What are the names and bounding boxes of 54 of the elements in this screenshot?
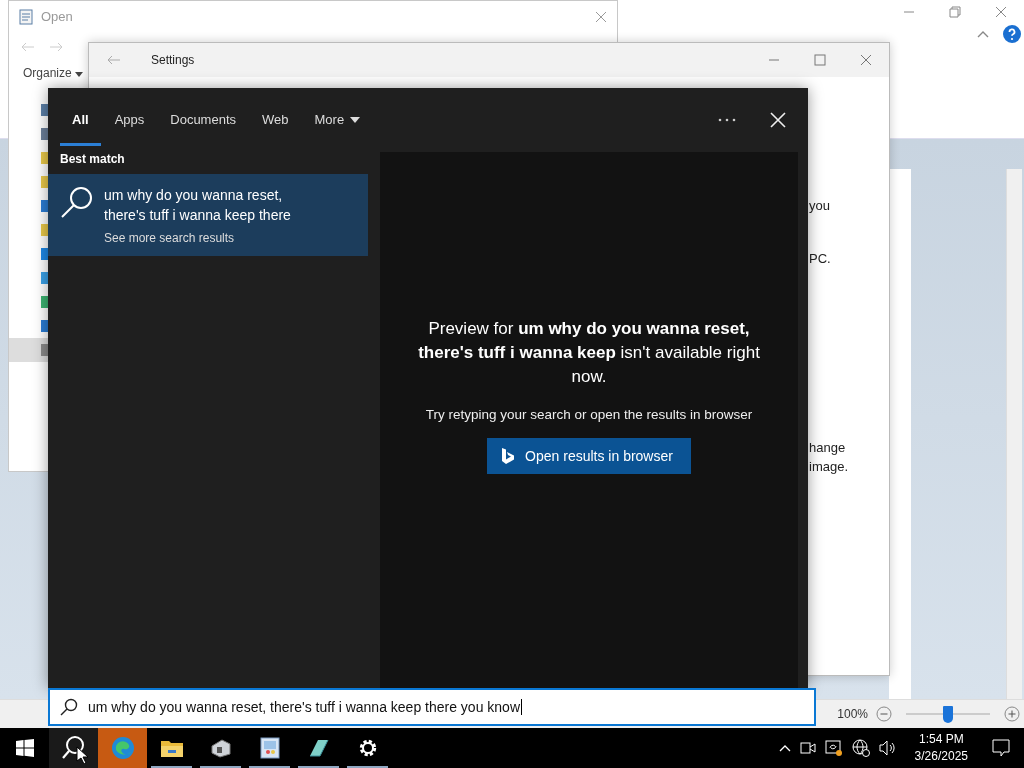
collapse-icon[interactable] — [977, 30, 989, 38]
search-field[interactable]: um why do you wanna reset, there's tuff i wanna keep there you know — [48, 688, 816, 726]
paint-icon — [259, 737, 280, 759]
filter-tab[interactable]: Web — [250, 96, 301, 146]
preview-message: Preview for um why do you wanna reset, there's tuff i wanna keep isn't available right now. — [417, 317, 761, 388]
camera-icon[interactable] — [799, 741, 816, 755]
search-icon — [60, 185, 94, 219]
filter-tab[interactable]: Documents — [158, 96, 248, 146]
maximize-icon — [814, 54, 826, 66]
zoom-out-icon[interactable] — [876, 706, 892, 722]
network-icon[interactable] — [851, 739, 870, 757]
see-more-link[interactable]: See more search results — [104, 231, 314, 245]
scanner-icon — [209, 738, 232, 758]
notepad-icon — [307, 738, 330, 758]
window-title: Settings — [151, 53, 195, 67]
settings-text: PC. — [809, 251, 832, 266]
clock-date[interactable]: 3/26/2025 — [914, 748, 968, 765]
organize-button[interactable]: Organize — [19, 64, 88, 82]
volume-icon[interactable] — [878, 740, 897, 756]
filter-tab[interactable]: Apps — [102, 96, 157, 146]
show-hidden-icons-icon[interactable] — [778, 744, 791, 752]
filter-tab[interactable]: All — [60, 96, 101, 146]
folder-icon — [159, 738, 184, 758]
settings-text: hange — [809, 440, 847, 455]
section-heading: Best match — [59, 152, 126, 168]
close-icon — [860, 54, 872, 66]
preview-hint: Try retyping your search or open the results in browser — [425, 406, 753, 422]
settings-text: you — [809, 198, 831, 213]
search-result[interactable]: um why do you wanna reset, there's tuff i wanna keep there See more search results — [48, 174, 368, 256]
scroll-bar[interactable] — [1006, 169, 1022, 699]
b-logo-icon — [501, 446, 516, 465]
result-title: um why do you wanna reset, there's tuff i wanna keep there — [104, 186, 292, 225]
caret-icon — [75, 72, 84, 77]
zoom-in-icon[interactable] — [1004, 706, 1020, 722]
search-icon — [60, 698, 78, 716]
open-browser-button[interactable]: Open results in browser — [487, 437, 691, 474]
help-icon[interactable] — [1003, 25, 1021, 43]
windows-logo-icon — [15, 739, 34, 757]
caret-icon — [350, 116, 361, 123]
zoom-thumb[interactable] — [943, 705, 953, 723]
zoom-level: 100% — [837, 707, 868, 721]
restore-icon — [949, 6, 961, 18]
search-icon — [60, 735, 87, 761]
more-dropdown[interactable]: More — [302, 96, 373, 146]
display-icon[interactable] — [824, 740, 843, 756]
close-icon — [995, 6, 1007, 18]
dialog-title: Open — [41, 9, 73, 24]
search-button[interactable] — [49, 728, 98, 768]
more-options-icon[interactable] — [718, 118, 736, 122]
clock-time[interactable]: 1:54 PM — [918, 731, 964, 748]
mouse-pointer-icon — [76, 746, 88, 764]
notifications-icon[interactable] — [992, 739, 1010, 757]
browser-icon — [110, 736, 135, 760]
settings-text: image. — [809, 459, 849, 474]
